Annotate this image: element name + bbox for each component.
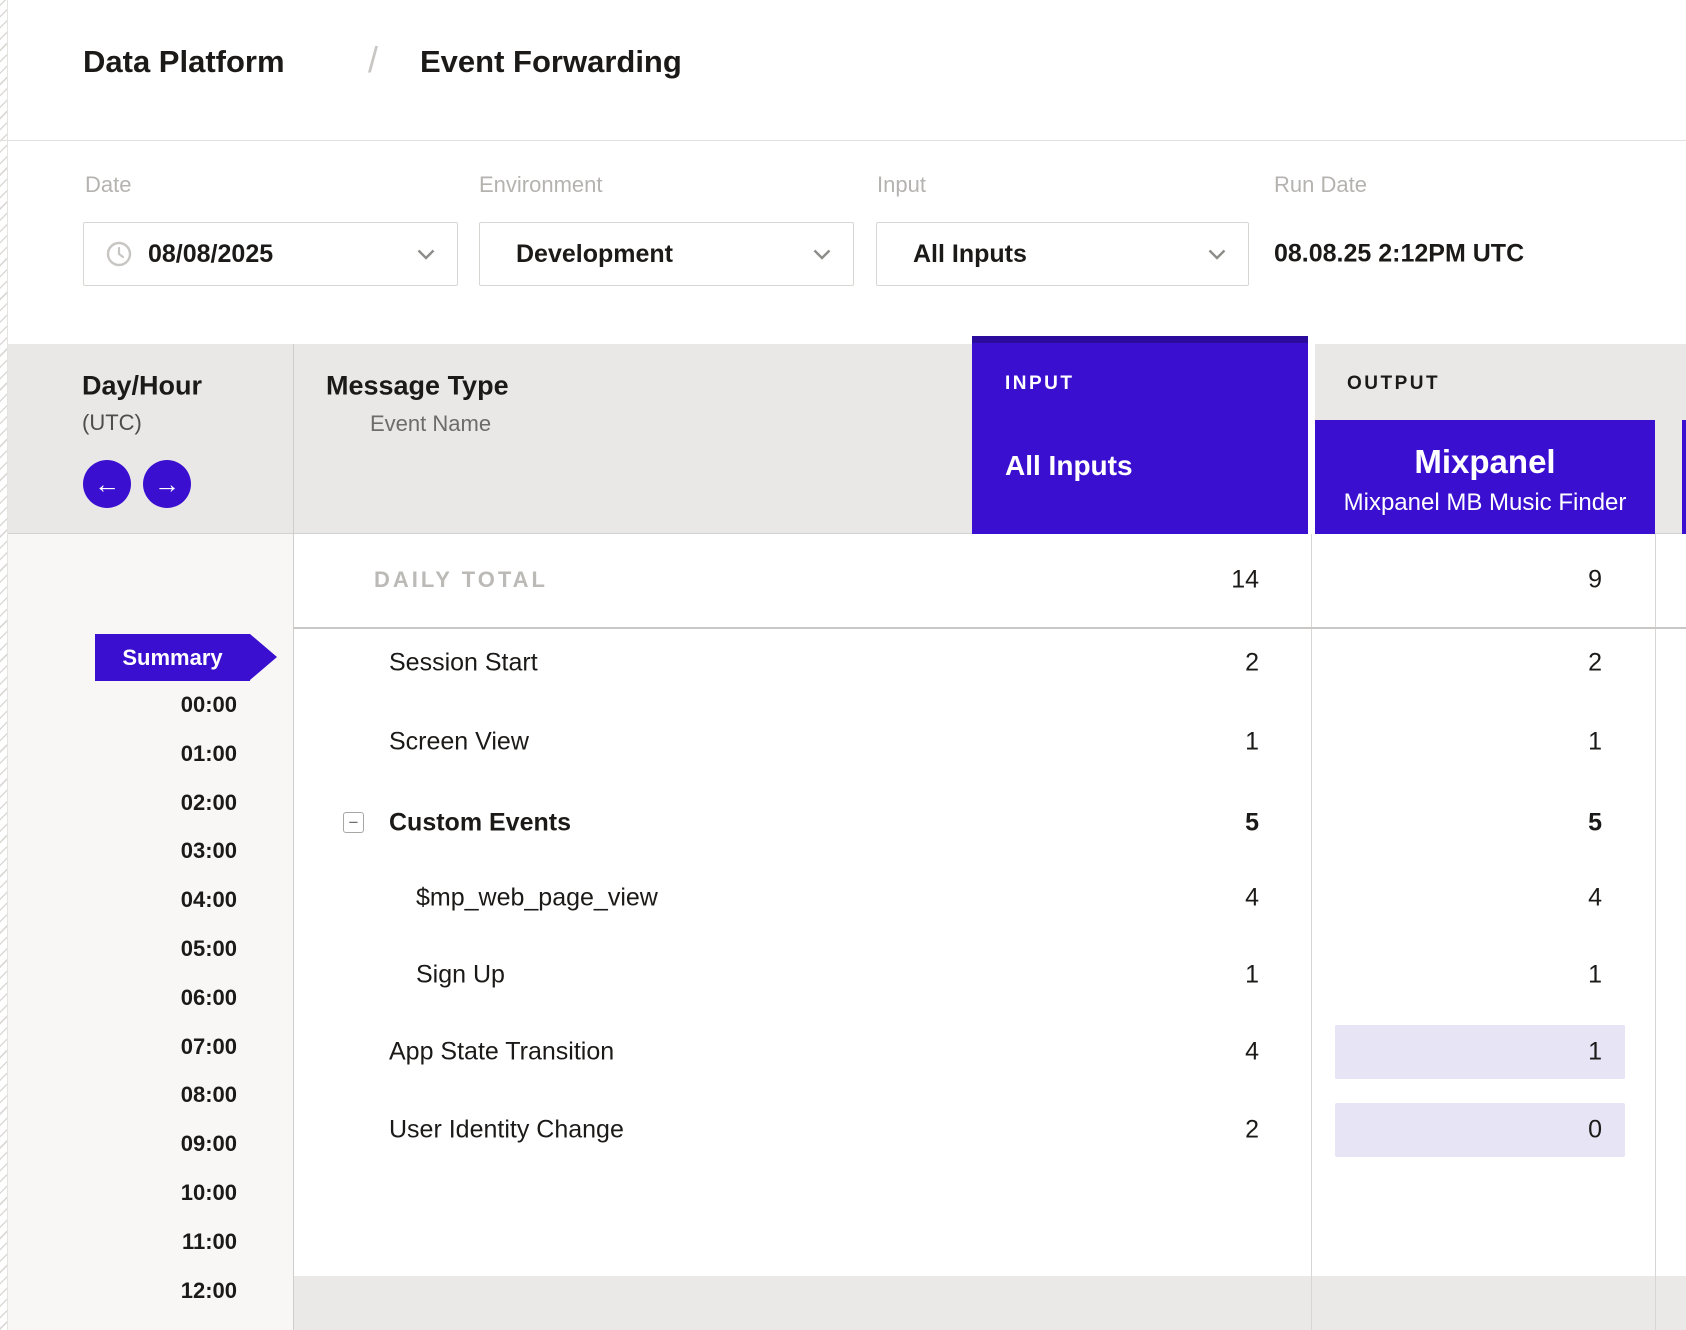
input-count-cell: 1 xyxy=(1245,728,1259,757)
column-separator xyxy=(1655,534,1656,1330)
input-section-label: INPUT xyxy=(1005,373,1075,395)
page-title: Event Forwarding xyxy=(420,44,682,80)
summary-tab[interactable]: Summary xyxy=(95,634,250,681)
output-column-name: Mixpanel xyxy=(1315,443,1655,481)
hour-row-label[interactable]: 02:00 xyxy=(60,790,237,816)
column-gap xyxy=(1308,336,1315,534)
row-label: User Identity Change xyxy=(389,1116,624,1145)
output-count-cell: 0 xyxy=(1588,1116,1602,1145)
hour-row-label[interactable]: 06:00 xyxy=(60,985,237,1011)
left-edge-decoration xyxy=(0,0,8,1330)
output-cell-highlight xyxy=(1335,1025,1625,1079)
daily-total-output-value: 9 xyxy=(1588,566,1602,595)
environment-dropdown[interactable]: Development xyxy=(479,222,854,286)
input-value: All Inputs xyxy=(913,240,1027,269)
row-label: Session Start xyxy=(389,649,538,678)
day-hour-header: Day/Hour xyxy=(82,371,202,402)
output-count-cell: 1 xyxy=(1588,728,1602,757)
row-label: $mp_web_page_view xyxy=(416,884,658,913)
daily-total-label: DAILY TOTAL xyxy=(374,567,548,593)
input-count-cell: 1 xyxy=(1245,961,1259,990)
hour-row-label[interactable]: 03:00 xyxy=(60,838,237,864)
input-count-cell: 4 xyxy=(1245,1038,1259,1067)
date-filter-label: Date xyxy=(85,172,131,198)
next-day-button[interactable]: → xyxy=(143,460,191,508)
hour-row-label[interactable]: 09:00 xyxy=(60,1131,237,1157)
hour-row-label[interactable]: 07:00 xyxy=(60,1034,237,1060)
daily-total-separator xyxy=(293,627,1686,629)
output-count-cell: 1 xyxy=(1588,1038,1602,1067)
hour-row-label[interactable]: 05:00 xyxy=(60,936,237,962)
row-label: Sign Up xyxy=(416,961,505,990)
output-count-cell: 5 xyxy=(1588,809,1602,838)
input-count-cell: 4 xyxy=(1245,884,1259,913)
date-value: 08/08/2025 xyxy=(148,240,273,269)
chevron-down-icon xyxy=(417,249,435,260)
input-dropdown[interactable]: All Inputs xyxy=(876,222,1249,286)
output-section-label: OUTPUT xyxy=(1347,373,1440,395)
row-label: App State Transition xyxy=(389,1038,614,1067)
hour-row-label[interactable]: 00:00 xyxy=(60,692,237,718)
breadcrumb-section[interactable]: Data Platform xyxy=(83,44,285,80)
column-separator xyxy=(293,344,294,1330)
row-label: Custom Events xyxy=(389,809,571,838)
next-output-column-edge xyxy=(1682,420,1686,534)
table-footer-band xyxy=(293,1276,1686,1330)
chevron-down-icon xyxy=(813,249,831,260)
header-divider xyxy=(0,140,1686,141)
input-count-cell: 5 xyxy=(1245,809,1259,838)
arrow-right-icon: → xyxy=(154,471,180,497)
day-hour-subtitle: (UTC) xyxy=(82,410,142,436)
output-count-cell: 1 xyxy=(1588,961,1602,990)
date-dropdown[interactable]: 08/08/2025 xyxy=(83,222,458,286)
run-date-label: Run Date xyxy=(1274,172,1367,198)
input-count-cell: 2 xyxy=(1245,649,1259,678)
column-separator xyxy=(1311,534,1312,1330)
hour-row-label[interactable]: 13:00 xyxy=(60,1326,237,1330)
output-count-cell: 2 xyxy=(1588,649,1602,678)
environment-value: Development xyxy=(516,240,673,269)
input-column-name: All Inputs xyxy=(1005,450,1133,482)
input-count-cell: 2 xyxy=(1245,1116,1259,1145)
chevron-down-icon xyxy=(1208,249,1226,260)
hour-row-label[interactable]: 01:00 xyxy=(60,741,237,767)
breadcrumb-separator: / xyxy=(368,39,378,81)
output-column-subname: Mixpanel MB Music Finder xyxy=(1315,489,1655,517)
hour-row-label[interactable]: 11:00 xyxy=(60,1229,237,1255)
daily-total-input-value: 14 xyxy=(1231,566,1259,595)
event-name-subtitle: Event Name xyxy=(370,411,491,437)
input-filter-label: Input xyxy=(877,172,926,198)
message-type-header: Message Type xyxy=(326,371,509,402)
clock-icon xyxy=(106,241,132,267)
hour-row-label[interactable]: 10:00 xyxy=(60,1180,237,1206)
hour-row-label[interactable]: 08:00 xyxy=(60,1082,237,1108)
output-count-cell: 4 xyxy=(1588,884,1602,913)
environment-filter-label: Environment xyxy=(479,172,603,198)
output-cell-highlight xyxy=(1335,1103,1625,1157)
hour-row-label[interactable]: 04:00 xyxy=(60,887,237,913)
previous-day-button[interactable]: ← xyxy=(83,460,131,508)
run-date-value: 08.08.25 2:12PM UTC xyxy=(1274,240,1524,269)
input-column-header[interactable] xyxy=(972,336,1308,534)
event-forwarding-page: Data Platform / Event Forwarding Date En… xyxy=(0,0,1686,1330)
hour-row-label[interactable]: 12:00 xyxy=(60,1278,237,1304)
collapse-icon[interactable]: − xyxy=(343,812,364,833)
row-label: Screen View xyxy=(389,728,529,757)
arrow-left-icon: ← xyxy=(94,471,120,497)
